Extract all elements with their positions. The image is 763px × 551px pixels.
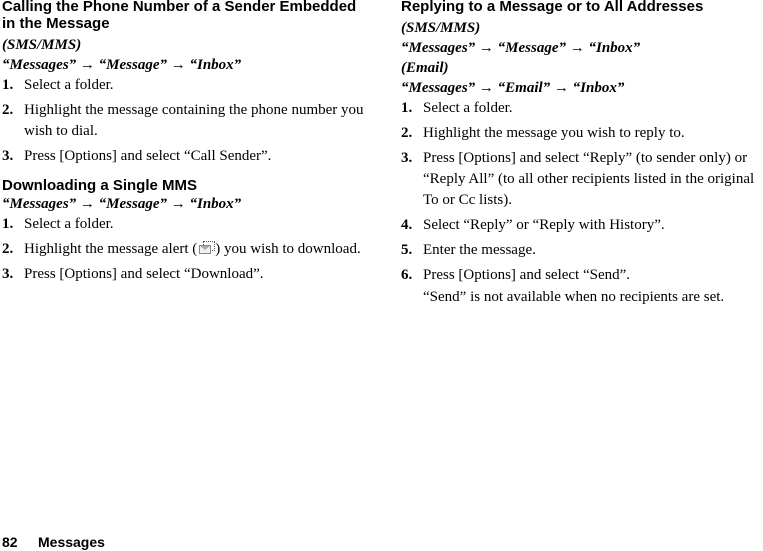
- step-number: 4.: [401, 217, 413, 233]
- menu-path: “Messages” → “Message” → “Inbox”: [401, 40, 641, 56]
- step-text-after: ) you wish to download.: [215, 241, 361, 257]
- section-title: Calling the Phone Number of a Sender Emb…: [2, 0, 357, 32]
- step-item: 2. Highlight the message you wish to repl…: [401, 123, 763, 144]
- step-text: Highlight the message containing the pho…: [24, 102, 364, 139]
- step-item: 3. Press [Options] and select “Reply” (to…: [401, 148, 763, 211]
- page-number: 82: [2, 534, 18, 550]
- step-text: Highlight the message you wish to reply …: [423, 125, 685, 141]
- step-text: Select a folder.: [24, 77, 114, 93]
- step-number: 3.: [401, 150, 413, 166]
- step-number: 6.: [401, 267, 413, 283]
- step-number: 1.: [2, 77, 14, 93]
- section-title: Downloading a Single MMS: [2, 177, 197, 194]
- step-text: Press [Options] and select “Send”.: [423, 267, 631, 283]
- step-text: Select a folder.: [423, 100, 513, 116]
- step-text: Select a folder.: [24, 216, 114, 232]
- step-text: Select “Reply” or “Reply with History”.: [423, 217, 665, 233]
- step-item: 3. Press [Options] and select “Download”.: [2, 264, 372, 285]
- step-text: Press [Options] and select “Download”.: [24, 266, 264, 282]
- page-footer: 82 Messages: [2, 534, 105, 550]
- step-number: 2.: [401, 125, 413, 141]
- step-text-before: Highlight the message alert (: [24, 241, 198, 257]
- step-number: 5.: [401, 242, 413, 258]
- step-item: 5. Enter the message.: [401, 240, 763, 261]
- step-text: Press [Options] and select “Reply” (to s…: [423, 150, 755, 208]
- step-item: 2. Highlight the message alert ( ) you wis…: [2, 239, 372, 260]
- right-column: Replying to a Message or to All Addresse…: [401, 0, 763, 308]
- step-item: 2. Highlight the message containing the p…: [2, 100, 372, 142]
- step-number: 3.: [2, 148, 14, 164]
- step-item: 1. Select a folder.: [2, 214, 372, 235]
- steps-list: 1. Select a folder. 2. Highlight the messa…: [2, 75, 372, 167]
- message-type-tag: (Email): [401, 60, 449, 76]
- step-item: 1. Select a folder.: [401, 98, 763, 119]
- menu-path: “Messages” → “Message” → “Inbox”: [2, 57, 242, 73]
- mms-alert-icon: [198, 241, 216, 254]
- steps-list: 1. Select a folder. 2. Highlight the messa…: [2, 214, 372, 285]
- step-note: “Send” is not available when no recipien…: [423, 289, 725, 305]
- chapter-name: Messages: [38, 534, 105, 550]
- step-item: 3. Press [Options] and select “Call Sende…: [2, 146, 372, 167]
- section-download-mms: Downloading a Single MMS “Messages” → “M…: [2, 177, 372, 285]
- step-text: Press [Options] and select “Call Sender”…: [24, 148, 272, 164]
- message-type-tag: (SMS/MMS): [2, 37, 82, 53]
- steps-list: 1. Select a folder. 2. Highlight the messa…: [401, 98, 763, 286]
- step-number: 3.: [2, 266, 14, 282]
- step-number: 1.: [2, 216, 14, 232]
- menu-path: “Messages” → “Email” → “Inbox”: [401, 80, 625, 96]
- section-call-sender: Calling the Phone Number of a Sender Emb…: [2, 0, 372, 167]
- message-type-tag: (SMS/MMS): [401, 20, 481, 36]
- section-reply: Replying to a Message or to All Addresse…: [401, 0, 763, 308]
- left-column: Calling the Phone Number of a Sender Emb…: [2, 0, 372, 289]
- step-item: 6. Press [Options] and select “Send”.: [401, 265, 763, 286]
- step-number: 1.: [401, 100, 413, 116]
- menu-path: “Messages” → “Message” → “Inbox”: [2, 196, 242, 212]
- step-item: 1. Select a folder.: [2, 75, 372, 96]
- step-number: 2.: [2, 241, 14, 257]
- section-title: Replying to a Message or to All Addresse…: [401, 0, 704, 15]
- step-number: 2.: [2, 102, 14, 118]
- step-item: 4. Select “Reply” or “Reply with History”…: [401, 215, 763, 236]
- step-text: Enter the message.: [423, 242, 536, 258]
